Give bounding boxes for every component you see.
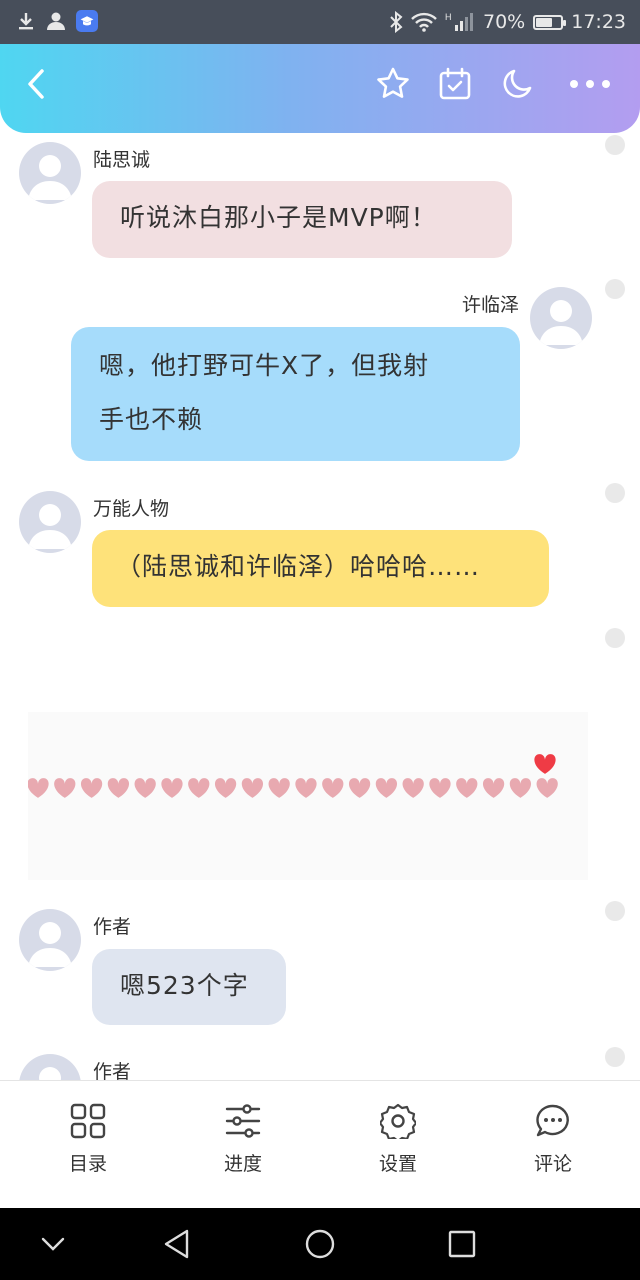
nav-progress-button[interactable]: 进度: [183, 1081, 303, 1209]
bluetooth-icon: [390, 11, 403, 33]
sender-name: 陆思诚: [93, 149, 151, 171]
chat-bubble: 听说沐白那小子是MVP啊！: [92, 181, 512, 258]
home-circle-icon: [305, 1229, 335, 1259]
nav-catalog-button[interactable]: 目录: [28, 1081, 148, 1209]
message-indicator-dot[interactable]: [605, 901, 625, 921]
heart-icon: [295, 778, 317, 798]
red-heart-icon: [534, 754, 556, 774]
heart-icon: [134, 778, 156, 798]
clock: 17:23: [571, 11, 626, 33]
app-notification-icon: [76, 10, 98, 32]
svg-text:H: H: [445, 12, 452, 22]
avatar[interactable]: [530, 287, 592, 349]
chat-bubble-line: 嗯，他打野可牛X了，但我射: [99, 351, 430, 380]
chevron-down-icon: [41, 1237, 65, 1251]
heart-icon: [456, 778, 478, 798]
heart-icon: [241, 778, 264, 798]
default-avatar-icon: [28, 504, 72, 549]
message-indicator-dot[interactable]: [605, 483, 625, 503]
heart-icon: [429, 778, 451, 798]
message-indicator-dot[interactable]: [605, 628, 625, 648]
sender-name: 作者: [93, 916, 132, 938]
user-icon: [47, 12, 65, 30]
calendar-check-icon: [439, 67, 471, 100]
heart-icon: [348, 778, 371, 798]
nav-label: 进度: [223, 1153, 262, 1175]
sender-name: 万能人物: [93, 498, 170, 520]
sender-name: 许临泽: [461, 294, 519, 316]
night-mode-button[interactable]: [495, 62, 539, 106]
heart-icon: [268, 778, 290, 798]
checkin-button[interactable]: [433, 62, 477, 106]
message-indicator-dot[interactable]: [605, 135, 625, 155]
heart-icon: [161, 778, 183, 798]
heart-icon: [482, 778, 505, 798]
nav-comments-button[interactable]: 评论: [493, 1081, 613, 1209]
heart-icon: [375, 778, 398, 798]
nav-settings-button[interactable]: 设置: [338, 1081, 458, 1209]
system-recents-button[interactable]: [442, 1224, 482, 1264]
hearts-divider-image: [27, 712, 611, 880]
favorite-button[interactable]: [371, 62, 415, 106]
nav-label: 目录: [68, 1153, 107, 1175]
battery-percent: 70%: [483, 11, 526, 33]
system-navigation-bar: [0, 1208, 640, 1280]
avatar[interactable]: [19, 909, 81, 971]
wifi-icon: [411, 12, 437, 32]
comment-icon: [536, 1104, 569, 1137]
message-indicator-dot[interactable]: [605, 279, 625, 299]
hearts-row-graphic: [27, 754, 611, 798]
system-back-button[interactable]: [157, 1224, 197, 1264]
heart-icon: [27, 778, 49, 798]
battery-icon: [533, 14, 567, 30]
back-triangle-icon: [164, 1229, 189, 1259]
heart-icon: [54, 778, 76, 798]
heart-icon: [509, 778, 532, 798]
message-indicator-dot[interactable]: [605, 1047, 625, 1067]
heart-icon: [214, 778, 237, 798]
heart-icon: [188, 778, 210, 798]
status-bar: H 70% 17:23: [0, 0, 640, 44]
heart-icon: [80, 778, 103, 798]
heart-icon: [107, 778, 130, 798]
chat-bubble: （陆思诚和许临泽）哈哈哈……: [92, 530, 549, 607]
chevron-left-icon: [28, 69, 44, 99]
star-icon: [377, 67, 409, 98]
avatar[interactable]: [19, 142, 81, 204]
signal-icon: H: [445, 12, 473, 31]
download-icon: [19, 13, 33, 30]
hide-nav-button[interactable]: [33, 1224, 73, 1264]
nav-label: 评论: [533, 1153, 572, 1175]
heart-icon: [536, 778, 558, 798]
chat-bubble-line: 手也不赖: [99, 405, 204, 434]
heart-icon: [322, 778, 344, 798]
heart-icon: [402, 778, 424, 798]
system-home-button[interactable]: [300, 1224, 340, 1264]
reader-header: [0, 44, 640, 133]
gear-icon: [380, 1103, 416, 1139]
nav-label: 设置: [378, 1153, 417, 1175]
avatar[interactable]: [19, 491, 81, 553]
chat-bubble: 嗯523个字: [92, 949, 286, 1025]
default-avatar-icon: [28, 155, 72, 200]
grid-icon: [70, 1103, 106, 1139]
default-avatar-icon: [28, 922, 72, 967]
chat-bubble: 嗯，他打野可牛X了，但我射 手也不赖: [71, 327, 520, 461]
more-button[interactable]: [568, 62, 612, 106]
back-button[interactable]: [14, 62, 58, 106]
sliders-icon: [225, 1104, 261, 1138]
moon-icon: [503, 69, 532, 98]
reader-bottom-nav: 目录 进度 设置 评论: [0, 1080, 640, 1209]
more-icon: [570, 80, 610, 88]
default-avatar-icon: [539, 300, 583, 345]
recents-square-icon: [448, 1230, 476, 1258]
